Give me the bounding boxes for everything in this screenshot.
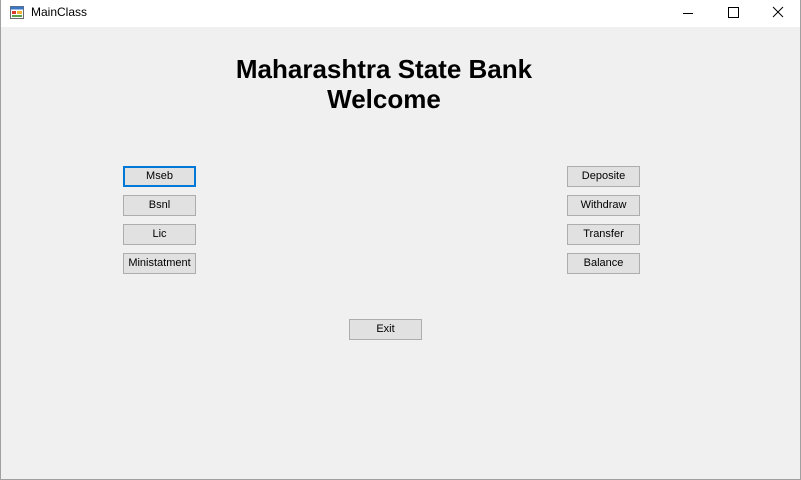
maximize-button[interactable] bbox=[710, 0, 756, 27]
minimize-button[interactable] bbox=[665, 0, 711, 27]
close-button[interactable] bbox=[755, 0, 801, 27]
mseb-button[interactable]: Mseb bbox=[123, 166, 196, 187]
withdraw-button[interactable]: Withdraw bbox=[567, 195, 640, 216]
app-form-icon bbox=[10, 6, 24, 19]
window-title: MainClass bbox=[31, 5, 88, 19]
transfer-button[interactable]: Transfer bbox=[567, 224, 640, 245]
bsnl-button[interactable]: Bsnl bbox=[123, 195, 196, 216]
lic-button[interactable]: Lic bbox=[123, 224, 196, 245]
balance-button[interactable]: Balance bbox=[567, 253, 640, 274]
title-bar[interactable]: MainClass bbox=[1, 0, 800, 27]
welcome-heading: Welcome bbox=[327, 84, 441, 114]
ministatment-button[interactable]: Ministatment bbox=[123, 253, 196, 274]
form-client-area: Maharashtra State Bank Welcome Mseb Bsnl… bbox=[1, 27, 800, 479]
deposite-button[interactable]: Deposite bbox=[567, 166, 640, 187]
main-window: MainClass Maharashtra State Bank Welcome… bbox=[0, 0, 801, 480]
bank-name-heading: Maharashtra State Bank bbox=[235, 54, 533, 84]
exit-button[interactable]: Exit bbox=[349, 319, 422, 340]
